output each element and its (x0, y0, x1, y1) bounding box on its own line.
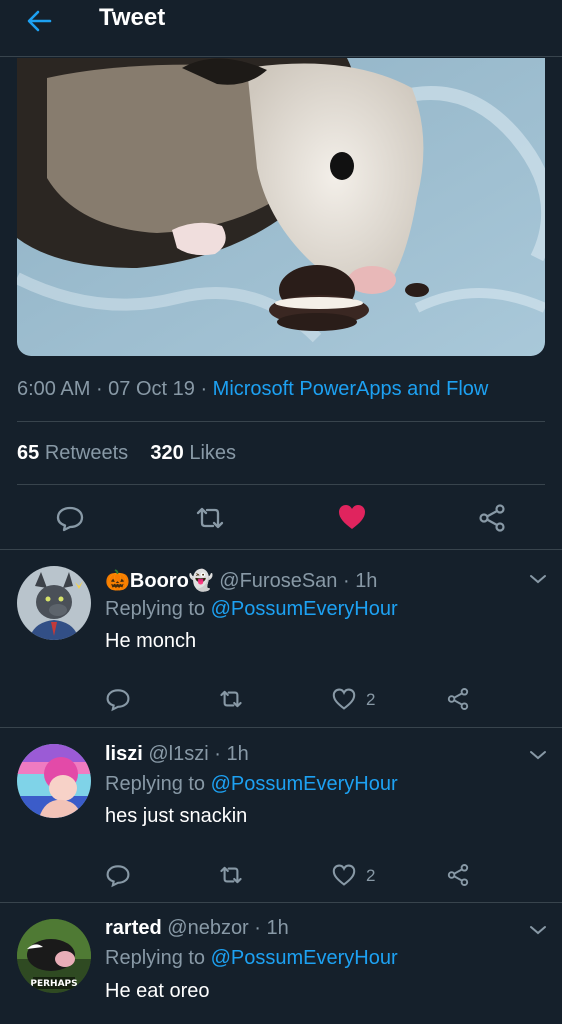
possum-photo-image (17, 58, 545, 356)
divider (17, 484, 545, 485)
chevron-down-icon[interactable] (528, 748, 548, 762)
comment-icon[interactable] (55, 503, 85, 533)
reply-header: 🎃Booro👻 @FuroseSan · 1h (105, 570, 378, 592)
comment-icon[interactable] (105, 686, 131, 712)
back-arrow-icon[interactable] (24, 6, 54, 36)
comment-icon[interactable] (105, 862, 131, 888)
user-handle[interactable]: @nebzor (167, 917, 248, 939)
reply-header: liszi @l1szi · 1h (105, 743, 249, 765)
divider (17, 421, 545, 422)
retweets-stat[interactable]: 65 Retweets (17, 442, 128, 464)
avatar[interactable] (17, 744, 91, 818)
likes-stat[interactable]: 320 Likes (150, 442, 236, 464)
retweet-icon[interactable] (218, 687, 244, 711)
reply-time: 1h (355, 570, 378, 592)
reply-text: He eat oreo (105, 980, 210, 1002)
retweet-icon[interactable] (194, 503, 226, 533)
reply-tweet[interactable]: PERHAPS rarted @nebzor · 1h Replying to … (0, 903, 562, 1024)
avatar-caption: PERHAPS (30, 979, 77, 989)
display-name[interactable]: liszi (105, 743, 143, 765)
replying-to-line: Replying to @PossumEveryHour (105, 773, 398, 795)
chevron-down-icon[interactable] (528, 923, 548, 937)
heart-icon[interactable] (332, 688, 356, 710)
page-title: Tweet (99, 4, 166, 31)
display-name[interactable]: Booro (130, 570, 189, 592)
ghost-icon: 👻 (188, 570, 214, 592)
share-icon[interactable] (446, 687, 470, 711)
replying-to-line: Replying to @PossumEveryHour (105, 598, 398, 620)
like-count: 2 (366, 690, 376, 709)
reply-tweet[interactable]: 🎃Booro👻 @FuroseSan · 1h Replying to @Pos… (0, 550, 562, 726)
replying-to-link[interactable]: @PossumEveryHour (211, 598, 398, 620)
replying-to-link[interactable]: @PossumEveryHour (211, 773, 398, 795)
reply-text: hes just snackin (105, 805, 248, 827)
share-icon[interactable] (446, 863, 470, 887)
share-icon[interactable] (477, 503, 507, 533)
user-handle[interactable]: @FuroseSan (219, 570, 337, 592)
display-name[interactable]: rarted (105, 917, 162, 939)
tweet-time: 6:00 AM (17, 378, 91, 400)
heart-icon[interactable] (337, 503, 367, 531)
reply-header: rarted @nebzor · 1h (105, 917, 289, 939)
pumpkin-icon: 🎃 (105, 570, 130, 592)
avatar[interactable] (17, 566, 91, 640)
tweet-photo[interactable] (17, 58, 545, 356)
replying-to-link[interactable]: @PossumEveryHour (211, 947, 398, 969)
tweet-date: 07 Oct 19 (108, 378, 195, 400)
tweet-stats: 65 Retweets 320 Likes (17, 442, 236, 465)
user-handle[interactable]: @l1szi (148, 743, 208, 765)
replying-to-line: Replying to @PossumEveryHour (105, 947, 398, 969)
reply-tweet[interactable]: liszi @l1szi · 1h Replying to @PossumEve… (0, 728, 562, 902)
retweet-icon[interactable] (218, 863, 244, 887)
tweet-source-link[interactable]: Microsoft PowerApps and Flow (213, 378, 489, 400)
avatar[interactable]: PERHAPS (17, 919, 91, 993)
tweet-meta: 6:00 AM · 07 Oct 19 · Microsoft PowerApp… (17, 378, 489, 400)
reply-time: 1h (226, 743, 249, 765)
reply-text: He monch (105, 630, 197, 652)
like-count: 2 (366, 866, 376, 885)
heart-icon[interactable] (332, 864, 356, 886)
chevron-down-icon[interactable] (528, 572, 548, 586)
reply-time: 1h (266, 917, 289, 939)
top-app-bar: Tweet (0, 0, 562, 57)
